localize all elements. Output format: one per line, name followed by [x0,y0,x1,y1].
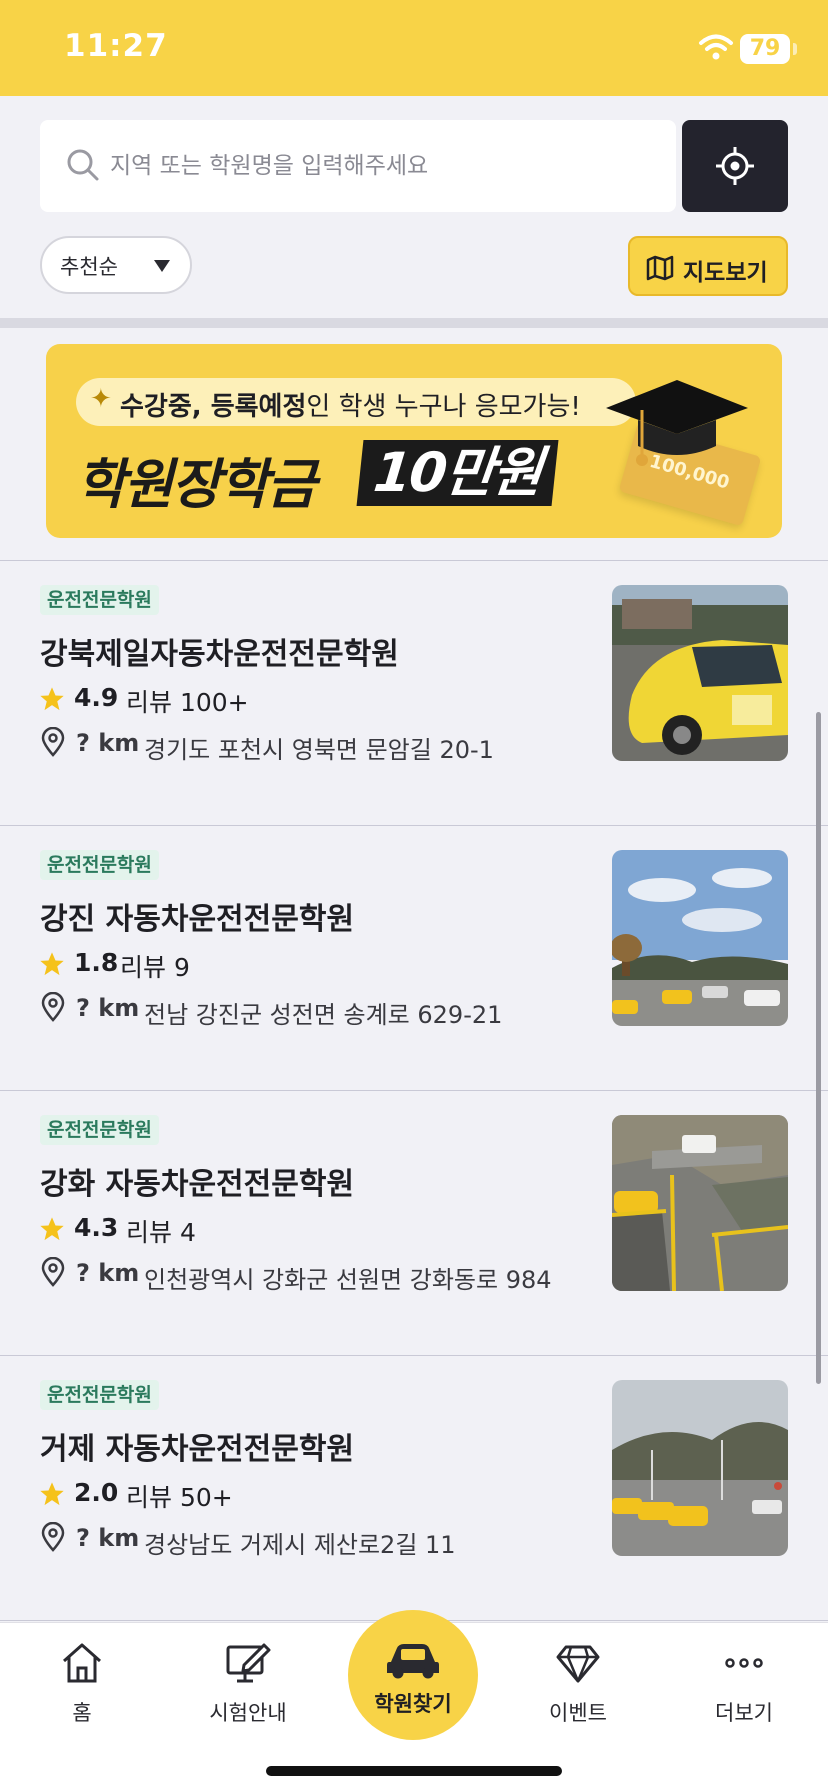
academy-name: 강화 자동차운전전문학원 [40,1167,355,1202]
battery-indicator: 79 [740,34,797,64]
tab-find-academy-label: 학원찾기 [374,1692,452,1716]
section-divider [0,318,828,328]
academy-photo [612,1380,788,1556]
tab-more-label: 더보기 [715,1701,773,1725]
map-view-label: 지도보기 [683,260,768,286]
academy-address: 경기도 포천시 영북면 문암길 20-1 [144,736,494,764]
location-pin-icon [41,1257,65,1287]
academy-address: 경상남도 거제시 제산로2길 11 [144,1531,456,1559]
academy-distance: ? km [76,994,140,1022]
tab-events[interactable]: 이벤트 [518,1639,638,1739]
academy-review-count: 리뷰 100+ [126,688,249,717]
tab-more[interactable]: 더보기 [684,1639,804,1739]
banner-amount: 10만원 [356,440,558,506]
list-divider [0,1090,828,1091]
academy-rating: 4.3 [74,1213,119,1242]
academy-name: 강북제일자동차운전전문학원 [40,637,399,672]
home-indicator [266,1766,562,1776]
search-input[interactable] [110,140,660,192]
tab-exam-info-label: 시험안내 [209,1701,287,1725]
crosshair-icon [716,147,754,185]
tab-home-label: 홈 [72,1701,92,1725]
list-divider [0,560,828,561]
academy-distance: ? km [76,729,140,757]
status-time: 11:27 [64,28,168,64]
academy-type-tag: 운전전문학원 [40,1115,159,1145]
search-box[interactable] [40,120,676,212]
search-icon [67,149,99,181]
academy-rating: 1.8 [74,948,119,977]
scholarship-banner[interactable]: ✦ 수강중, 등록예정인 학생 누구나 응모가능! 학원장학금 10만원 100… [46,344,782,538]
sparkle-icon: ✦ [90,384,112,414]
sort-dropdown[interactable]: 추천순 [40,236,192,294]
banner-subtitle: 수강중, 등록예정인 학생 누구나 응모가능! [120,392,581,422]
list-divider [0,1355,828,1356]
map-icon [646,255,674,281]
academy-photo [612,1115,788,1291]
tab-find-academy[interactable]: 학원찾기 [348,1610,478,1740]
academy-distance: ? km [76,1259,140,1287]
wifi-icon [699,34,733,60]
map-view-button[interactable]: 지도보기 [628,236,788,296]
academy-list-item[interactable]: 운전전문학원 강북제일자동차운전전문학원 4.9 리뷰 100+ ? km 경기… [0,565,828,829]
location-pin-icon [41,992,65,1022]
academy-name: 강진 자동차운전전문학원 [40,902,355,937]
star-icon [40,687,64,711]
banner-title: 학원장학금 [76,453,316,516]
tab-events-label: 이벤트 [549,1701,607,1725]
star-icon [40,1482,64,1506]
scrollbar[interactable] [816,712,821,1384]
academy-list-item[interactable]: 운전전문학원 거제 자동차운전전문학원 2.0 리뷰 50+ ? km 경상남도… [0,1360,828,1624]
academy-name: 거제 자동차운전전문학원 [40,1432,355,1467]
home-icon [63,1643,101,1683]
graduation-cap-icon [606,380,748,466]
diamond-icon [556,1645,600,1683]
academy-review-count: 리뷰 9 [120,953,190,982]
academy-list-item[interactable]: 운전전문학원 강화 자동차운전전문학원 4.3 리뷰 4 ? km 인천광역시 … [0,1095,828,1359]
academy-address: 인천광역시 강화군 선원면 강화동로 984 [144,1266,552,1294]
tab-exam-info[interactable]: 시험안내 [188,1639,308,1739]
academy-photo [612,850,788,1026]
academy-list-item[interactable]: 운전전문학원 강진 자동차운전전문학원 1.8 리뷰 9 ? km 전남 강진군… [0,830,828,1094]
academy-address: 전남 강진군 성전면 송계로 629-21 [144,1001,503,1029]
academy-type-tag: 운전전문학원 [40,585,159,615]
academy-rating: 2.0 [74,1478,119,1507]
academy-distance: ? km [76,1524,140,1552]
tab-home[interactable]: 홈 [22,1639,142,1739]
location-pin-icon [41,727,65,757]
car-icon [387,1644,439,1679]
caret-down-icon [154,260,170,272]
status-bar: 11:27 79 [0,0,828,96]
academy-type-tag: 운전전문학원 [40,1380,159,1410]
academy-review-count: 리뷰 50+ [126,1483,233,1512]
sort-label: 추천순 [60,255,118,279]
more-dots-icon [725,1658,763,1668]
star-icon [40,1217,64,1241]
academy-rating: 4.9 [74,683,119,712]
monitor-pen-icon [226,1643,271,1683]
academy-photo [612,585,788,761]
current-location-button[interactable] [682,120,788,212]
star-icon [40,952,64,976]
academy-type-tag: 운전전문학원 [40,850,159,880]
academy-review-count: 리뷰 4 [126,1218,196,1247]
location-pin-icon [41,1522,65,1552]
list-divider [0,825,828,826]
